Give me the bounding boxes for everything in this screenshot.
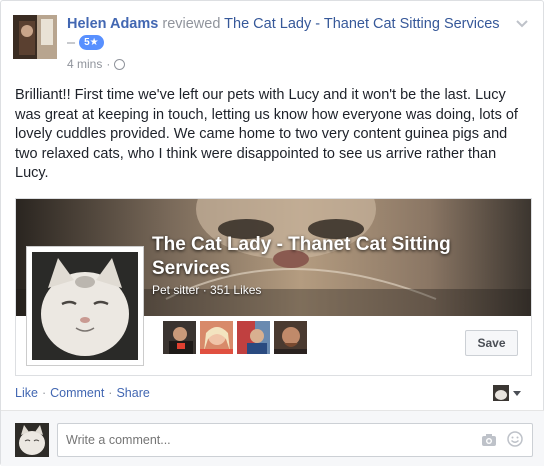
page-card-title[interactable]: The Cat Lady - Thanet Cat Sitting Servic… <box>152 233 522 281</box>
meta-separator: · <box>106 57 111 71</box>
commenter-avatar <box>15 423 49 457</box>
comment-composer <box>1 410 544 466</box>
friend-avatar[interactable] <box>236 320 271 355</box>
reviewed-page-link[interactable]: The Cat Lady - Thanet Cat Sitting Servic… <box>224 16 499 32</box>
share-link[interactable]: Share <box>116 386 149 400</box>
author-name[interactable]: Helen Adams <box>67 16 158 32</box>
post-timestamp[interactable]: 4 mins <box>67 57 102 71</box>
page-card[interactable]: The Cat Lady - Thanet Cat Sitting Servic… <box>15 198 532 376</box>
friend-avatar[interactable] <box>199 320 234 355</box>
page-category: Pet sitter <box>152 283 200 297</box>
comment-input[interactable] <box>57 423 533 457</box>
headline-dash: – <box>67 35 76 51</box>
chevron-down-icon[interactable] <box>515 17 529 31</box>
friend-avatar[interactable] <box>162 320 197 355</box>
globe-icon[interactable] <box>114 58 126 70</box>
author-avatar[interactable] <box>13 15 57 59</box>
post-meta: 4 mins · <box>67 57 126 71</box>
post-body-text: Brilliant!! First time we've left our pe… <box>15 87 518 181</box>
post-headline: Helen Adams reviewed The Cat Lady - Than… <box>67 15 507 53</box>
like-link[interactable]: Like <box>15 386 38 400</box>
rating-badge: 5★ <box>79 35 104 50</box>
caret-down-icon[interactable] <box>513 390 521 396</box>
post-actions: Like · Comment · Share <box>15 386 150 400</box>
page-like-count: 351 Likes <box>210 283 262 297</box>
action-separator: · <box>108 386 113 400</box>
friend-avatar[interactable] <box>273 320 308 355</box>
actor-avatar <box>493 385 509 401</box>
page-card-subtitle: Pet sitter · 351 Likes <box>152 283 261 297</box>
post-as-selector[interactable] <box>493 385 521 401</box>
action-separator: · <box>41 386 47 400</box>
subtitle-separator: · <box>202 283 207 297</box>
review-post: Helen Adams reviewed The Cat Lady - Than… <box>0 0 544 466</box>
save-button[interactable]: Save <box>465 330 518 356</box>
action-verb: reviewed <box>162 16 221 32</box>
friend-thumbnails <box>162 320 308 355</box>
camera-icon[interactable] <box>481 433 497 447</box>
page-profile-picture[interactable] <box>26 246 144 366</box>
smiley-icon[interactable] <box>507 431 523 447</box>
comment-link[interactable]: Comment <box>50 386 104 400</box>
